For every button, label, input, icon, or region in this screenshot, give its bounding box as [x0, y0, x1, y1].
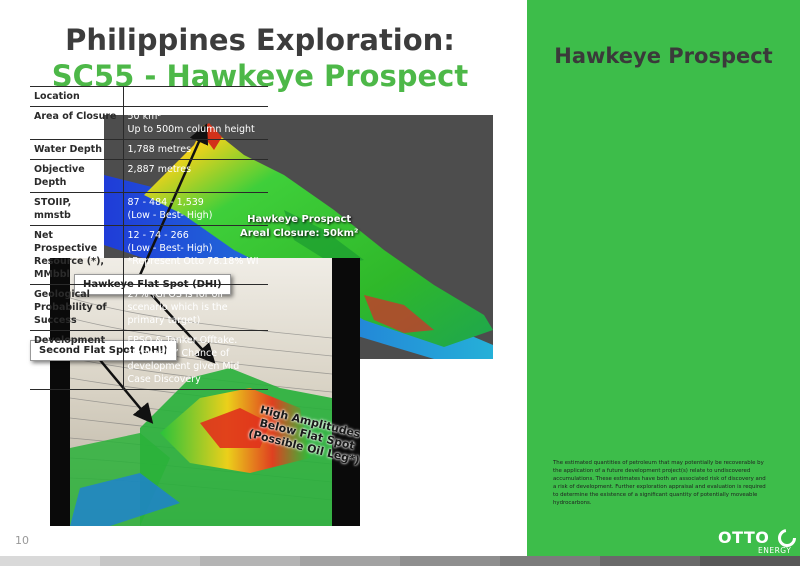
disclaimer-text: The estimated quantities of petroleum th…	[553, 460, 766, 506]
logo-word: OTTO	[718, 528, 770, 547]
info-row: Geological Probability of Success 27% (GP…	[30, 284, 268, 331]
info-value: FPSO & Tanker Offtake. “Probable” Chance…	[123, 330, 268, 390]
logo-subtitle: ENERGY	[758, 546, 792, 555]
info-key: Development	[30, 330, 124, 390]
info-value: 2,887 metres	[123, 159, 268, 193]
info-row: Location Offshore, SW Palawan	[30, 86, 268, 107]
info-value: 87 - 484 - 1,539 (Low - Best- High)	[123, 192, 268, 226]
bottom-bar-segment	[100, 556, 200, 566]
info-row: Water Depth 1,788 metres	[30, 139, 268, 160]
bottom-bar-segment	[400, 556, 500, 566]
info-key: Net Prospective Resource (*), MMbbl	[30, 225, 124, 285]
bottom-bar-segment	[0, 556, 100, 566]
info-value: 27% (GPOS is for oil scenario which is t…	[123, 284, 268, 331]
page-number: 10	[15, 534, 29, 547]
info-key: Water Depth	[30, 139, 124, 160]
bottom-bar-segment	[500, 556, 600, 566]
panel-title: Hawkeye Prospect	[554, 44, 773, 68]
info-value: 12 - 74 - 266 (Low - Best- High) *Repres…	[123, 225, 268, 285]
bottom-bar-segment	[300, 556, 400, 566]
info-key: Area of Closure	[30, 106, 124, 140]
bottom-bar-segment	[600, 556, 700, 566]
bottom-color-bar	[0, 556, 800, 566]
bottom-bar-segment	[200, 556, 300, 566]
info-value: 1,788 metres	[123, 139, 268, 160]
prospect-info-table: Location Offshore, SW Palawan Area of Clos…	[30, 86, 268, 390]
info-row: Area of Closure 50 km² Up to 500m column …	[30, 106, 268, 140]
info-key: Objective Depth	[30, 159, 124, 193]
info-row: Development FPSO & Tanker Offtake. “Proba…	[30, 330, 268, 390]
info-key: Location	[30, 86, 124, 107]
info-row: Objective Depth 2,887 metres	[30, 159, 268, 193]
info-row: STOIIP, mmstb 87 - 484 - 1,539 (Low - Bes…	[30, 192, 268, 226]
title-line-1: Philippines Exploration:	[65, 23, 455, 57]
bottom-bar-segment	[700, 556, 800, 566]
info-row: Net Prospective Resource (*), MMbbl 12 - …	[30, 225, 268, 285]
slide-title: Philippines Exploration: SC55 - Hawkeye …	[40, 22, 480, 94]
info-value: Offshore, SW Palawan	[123, 86, 268, 107]
info-key: Geological Probability of Success	[30, 284, 124, 331]
info-value: 50 km² Up to 500m column height	[123, 106, 268, 140]
info-key: STOIIP, mmstb	[30, 192, 124, 226]
otto-energy-logo: OTTO ENERGY	[718, 528, 796, 555]
logo-symbol-icon	[778, 529, 796, 547]
